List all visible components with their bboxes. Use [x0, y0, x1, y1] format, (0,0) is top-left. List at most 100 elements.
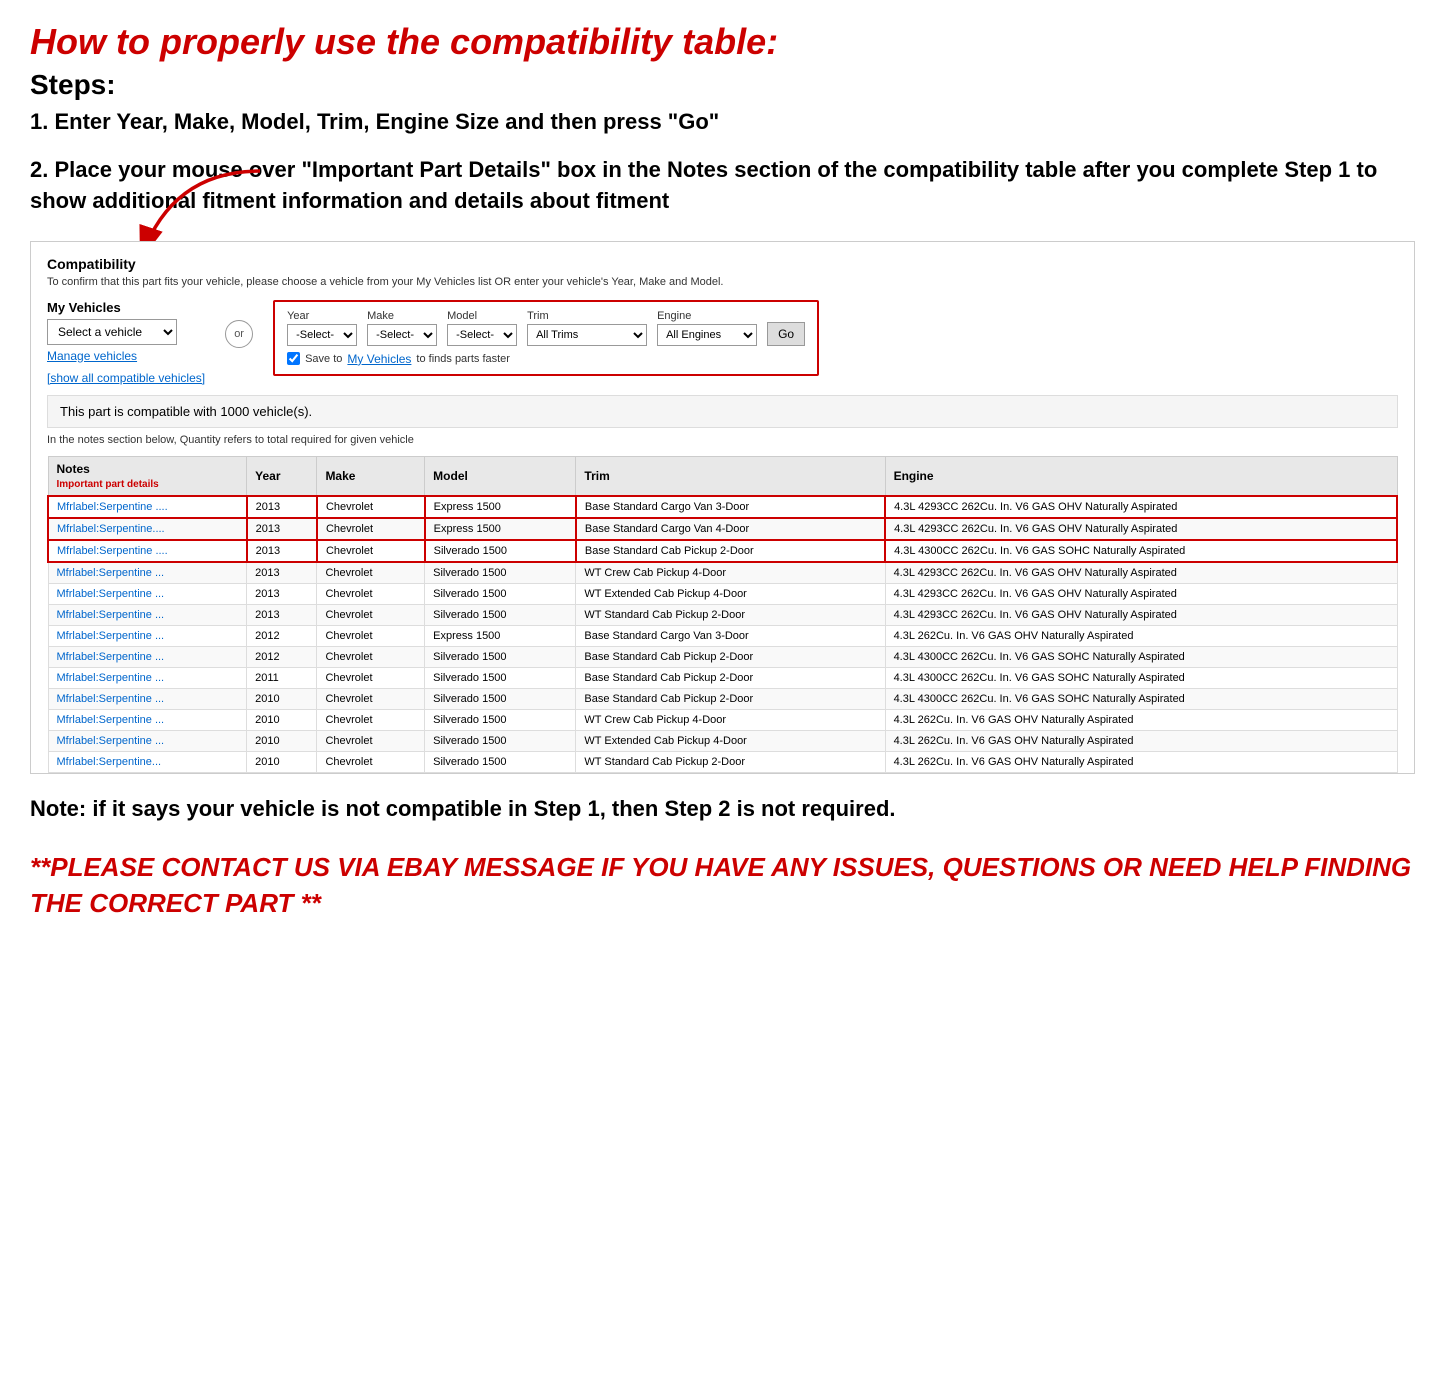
table-row: Mfrlabel:Serpentine ...2010ChevroletSilv…	[48, 730, 1397, 751]
table-cell: Mfrlabel:Serpentine ...	[48, 667, 247, 688]
table-row: Mfrlabel:Serpentine...2010ChevroletSilve…	[48, 751, 1397, 772]
table-cell: 4.3L 4293CC 262Cu. In. V6 GAS OHV Natura…	[885, 562, 1397, 584]
make-select[interactable]: -Select-	[367, 324, 437, 346]
table-cell: 4.3L 262Cu. In. V6 GAS OHV Naturally Asp…	[885, 751, 1397, 772]
year-select[interactable]: -Select-	[287, 324, 357, 346]
table-cell: Silverado 1500	[425, 688, 576, 709]
table-cell: 2011	[247, 667, 317, 688]
note-text: Note: if it says your vehicle is not com…	[30, 794, 1415, 825]
table-row: Mfrlabel:Serpentine ...2013ChevroletSilv…	[48, 583, 1397, 604]
table-cell: 4.3L 4300CC 262Cu. In. V6 GAS SOHC Natur…	[885, 540, 1397, 562]
table-cell: Chevrolet	[317, 730, 425, 751]
vehicle-select[interactable]: Select a vehicle	[47, 319, 177, 345]
table-cell: Chevrolet	[317, 562, 425, 584]
table-cell: WT Standard Cab Pickup 2-Door	[576, 604, 885, 625]
year-field-group: Year -Select-	[287, 310, 357, 346]
model-select[interactable]: -Select-	[447, 324, 517, 346]
table-row: Mfrlabel:Serpentine ...2013ChevroletSilv…	[48, 562, 1397, 584]
table-row: Mfrlabel:Serpentine ...2011ChevroletSilv…	[48, 667, 1397, 688]
notes-header: Notes Important part details	[48, 456, 247, 496]
trim-select[interactable]: All Trims	[527, 324, 647, 346]
save-text: Save to	[305, 353, 342, 365]
table-cell: Silverado 1500	[425, 583, 576, 604]
table-row: Mfrlabel:Serpentine ...2012ChevroletExpr…	[48, 625, 1397, 646]
table-cell: Silverado 1500	[425, 604, 576, 625]
trim-field-group: Trim All Trims	[527, 310, 647, 346]
table-cell: Base Standard Cab Pickup 2-Door	[576, 646, 885, 667]
table-cell: Base Standard Cab Pickup 2-Door	[576, 667, 885, 688]
table-cell: 4.3L 4293CC 262Cu. In. V6 GAS OHV Natura…	[885, 583, 1397, 604]
show-all-link[interactable]: [show all compatible vehicles]	[47, 371, 205, 385]
year-label: Year	[287, 310, 357, 322]
table-cell: 2010	[247, 751, 317, 772]
table-row: Mfrlabel:Serpentine ....2013ChevroletExp…	[48, 496, 1397, 518]
table-cell: 2010	[247, 688, 317, 709]
trim-label: Trim	[527, 310, 647, 322]
table-cell: Chevrolet	[317, 540, 425, 562]
table-cell: Silverado 1500	[425, 540, 576, 562]
table-cell: 4.3L 262Cu. In. V6 GAS OHV Naturally Asp…	[885, 730, 1397, 751]
compatible-note: This part is compatible with 1000 vehicl…	[47, 395, 1398, 428]
table-cell: 2013	[247, 496, 317, 518]
table-cell: Silverado 1500	[425, 730, 576, 751]
table-cell: Silverado 1500	[425, 709, 576, 730]
table-header: Notes Important part details Year Make M…	[48, 456, 1397, 496]
table-cell: 2013	[247, 518, 317, 540]
trim-header: Trim	[576, 456, 885, 496]
table-row: Mfrlabel:Serpentine ...2012ChevroletSilv…	[48, 646, 1397, 667]
go-button[interactable]: Go	[767, 322, 805, 346]
table-cell: Mfrlabel:Serpentine ...	[48, 646, 247, 667]
save-checkbox-row: Save to My Vehicles to finds parts faste…	[287, 352, 805, 366]
table-cell: Chevrolet	[317, 751, 425, 772]
table-cell: 4.3L 262Cu. In. V6 GAS OHV Naturally Asp…	[885, 709, 1397, 730]
vehicle-select-wrapper: Select a vehicle	[47, 319, 205, 345]
make-header: Make	[317, 456, 425, 496]
compatibility-table: Notes Important part details Year Make M…	[47, 456, 1398, 773]
table-cell: Mfrlabel:Serpentine ...	[48, 688, 247, 709]
table-cell: 2012	[247, 646, 317, 667]
table-cell: Chevrolet	[317, 625, 425, 646]
table-cell: Base Standard Cargo Van 3-Door	[576, 496, 885, 518]
table-cell: Mfrlabel:Serpentine ...	[48, 604, 247, 625]
table-cell: Mfrlabel:Serpentine ...	[48, 730, 247, 751]
table-cell: WT Crew Cab Pickup 4-Door	[576, 562, 885, 584]
table-cell: Silverado 1500	[425, 751, 576, 772]
year-make-form: Year -Select- Make -Select- Model	[273, 300, 819, 376]
table-cell: Base Standard Cab Pickup 2-Door	[576, 688, 885, 709]
or-circle: or	[225, 320, 253, 348]
table-cell: Chevrolet	[317, 583, 425, 604]
manage-vehicles-link[interactable]: Manage vehicles	[47, 349, 205, 363]
table-cell: Mfrlabel:Serpentine ....	[48, 540, 247, 562]
table-cell: Silverado 1500	[425, 646, 576, 667]
model-field-group: Model -Select-	[447, 310, 517, 346]
table-cell: 2010	[247, 730, 317, 751]
table-cell: 4.3L 4293CC 262Cu. In. V6 GAS OHV Natura…	[885, 496, 1397, 518]
model-header: Model	[425, 456, 576, 496]
main-title: How to properly use the compatibility ta…	[30, 20, 1415, 63]
table-cell: WT Extended Cab Pickup 4-Door	[576, 583, 885, 604]
table-cell: Chevrolet	[317, 646, 425, 667]
table-cell: WT Crew Cab Pickup 4-Door	[576, 709, 885, 730]
engine-select[interactable]: All Engines	[657, 324, 757, 346]
table-cell: 2013	[247, 583, 317, 604]
save-checkbox[interactable]	[287, 352, 300, 365]
table-cell: 4.3L 4293CC 262Cu. In. V6 GAS OHV Natura…	[885, 604, 1397, 625]
contact-text: **PLEASE CONTACT US VIA EBAY MESSAGE IF …	[30, 849, 1415, 922]
my-vehicles-section: My Vehicles Select a vehicle Manage vehi…	[47, 300, 205, 385]
table-body: Mfrlabel:Serpentine ....2013ChevroletExp…	[48, 496, 1397, 773]
steps-label: Steps:	[30, 69, 1415, 101]
table-cell: 2012	[247, 625, 317, 646]
table-cell: 4.3L 4300CC 262Cu. In. V6 GAS SOHC Natur…	[885, 688, 1397, 709]
table-cell: 2013	[247, 540, 317, 562]
table-cell: Chevrolet	[317, 496, 425, 518]
compat-title: Compatibility	[47, 256, 1398, 272]
my-vehicles-link[interactable]: My Vehicles	[347, 352, 411, 366]
compatibility-box: Compatibility To confirm that this part …	[30, 241, 1415, 774]
table-cell: Silverado 1500	[425, 562, 576, 584]
table-cell: Express 1500	[425, 625, 576, 646]
table-cell: Express 1500	[425, 518, 576, 540]
table-cell: Mfrlabel:Serpentine...	[48, 751, 247, 772]
engine-label: Engine	[657, 310, 757, 322]
table-row: Mfrlabel:Serpentine ....2013ChevroletSil…	[48, 540, 1397, 562]
table-cell: 2013	[247, 604, 317, 625]
